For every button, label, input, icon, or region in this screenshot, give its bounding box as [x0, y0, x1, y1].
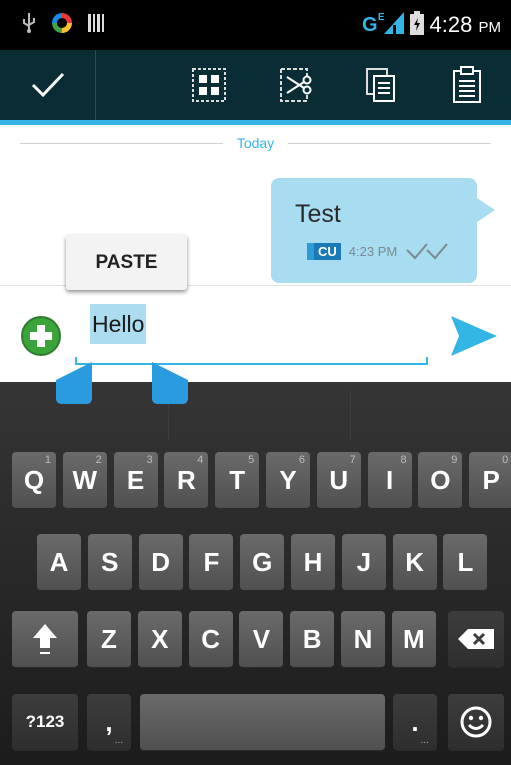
app-notification-icon	[50, 11, 74, 40]
selection-action-bar	[0, 50, 511, 125]
clock: 4:28 PM	[429, 12, 501, 37]
soft-keyboard: Q1W2E3R4T5Y6U7I8O9P0 ASDFGHJKL ZXCVBNM ?12…	[0, 382, 511, 765]
delivered-icon	[406, 243, 448, 260]
copy-button[interactable]	[338, 50, 424, 120]
key-v[interactable]: V	[239, 611, 284, 668]
key-d[interactable]: D	[138, 534, 183, 591]
signal-icon	[383, 11, 404, 39]
message-text: Test	[295, 200, 341, 228]
key-p[interactable]: P0	[469, 452, 511, 509]
usb-icon	[22, 12, 36, 38]
key-x[interactable]: X	[137, 611, 182, 668]
key-y[interactable]: Y6	[266, 452, 310, 509]
key-f[interactable]: F	[189, 534, 234, 591]
input-underline	[75, 357, 428, 365]
key-i[interactable]: I8	[367, 452, 412, 509]
key-t[interactable]: T5	[215, 452, 260, 509]
backspace-key[interactable]	[448, 611, 504, 668]
shift-key[interactable]	[12, 611, 78, 668]
key-c[interactable]: C	[188, 611, 233, 668]
date-label: Today	[236, 135, 275, 151]
key-m[interactable]: M	[391, 611, 436, 668]
key-b[interactable]: B	[290, 611, 335, 668]
key-z[interactable]: Z	[87, 611, 131, 668]
status-bar: GE 4:28 PM	[0, 0, 511, 50]
message-bubble[interactable]: Test CU 4:23 PM	[271, 178, 495, 283]
network-type-icon: GE	[361, 11, 385, 36]
key-j[interactable]: J	[341, 534, 386, 591]
sim-badge: CU	[307, 242, 341, 260]
key-e[interactable]: E3	[113, 452, 158, 509]
key-h[interactable]: H	[291, 534, 335, 591]
select-all-icon	[192, 68, 226, 102]
key-l[interactable]: L	[443, 534, 488, 591]
key-g[interactable]: G	[240, 534, 285, 591]
key-o[interactable]: O9	[418, 452, 463, 509]
symbols-key[interactable]: ?123	[12, 694, 78, 751]
message-meta: CU 4:23 PM	[307, 242, 449, 260]
message-time: 4:23 PM	[348, 243, 398, 259]
check-icon	[31, 72, 64, 98]
attach-button[interactable]	[20, 315, 62, 357]
suggestion-divider	[350, 390, 351, 440]
add-circle-icon	[21, 316, 61, 356]
emoji-key[interactable]	[448, 694, 504, 751]
send-button[interactable]	[449, 314, 499, 358]
key-a[interactable]: A	[37, 534, 81, 591]
smiley-icon	[460, 706, 492, 738]
key-w[interactable]: W2	[62, 452, 107, 509]
selection-handle-left[interactable]	[56, 362, 92, 404]
select-all-button[interactable]	[166, 50, 252, 120]
key-r[interactable]: R4	[164, 452, 209, 509]
cut-icon	[280, 68, 312, 102]
date-separator: Today	[20, 135, 492, 151]
key-u[interactable]: U7	[316, 452, 361, 509]
copy-icon	[366, 68, 395, 102]
battery-icon	[409, 10, 424, 40]
barcode-icon	[88, 13, 104, 37]
period-key[interactable]: ....	[393, 694, 437, 751]
shift-icon	[33, 624, 57, 654]
paste-button[interactable]	[424, 50, 510, 120]
selection-handle-right[interactable]	[152, 362, 188, 404]
comma-key[interactable]: ,...	[87, 694, 131, 751]
done-button[interactable]	[0, 50, 96, 120]
space-key[interactable]	[140, 694, 385, 751]
cut-button[interactable]	[252, 50, 338, 120]
key-k[interactable]: K	[392, 534, 437, 591]
paste-popup-button[interactable]: PASTE	[66, 235, 187, 290]
message-input[interactable]: Hello	[90, 304, 147, 344]
key-n[interactable]: N	[341, 611, 385, 668]
backspace-icon	[458, 629, 494, 649]
key-q[interactable]: Q1	[12, 452, 56, 509]
send-icon	[451, 316, 497, 356]
paste-icon	[453, 66, 481, 103]
key-s[interactable]: S	[87, 534, 132, 591]
